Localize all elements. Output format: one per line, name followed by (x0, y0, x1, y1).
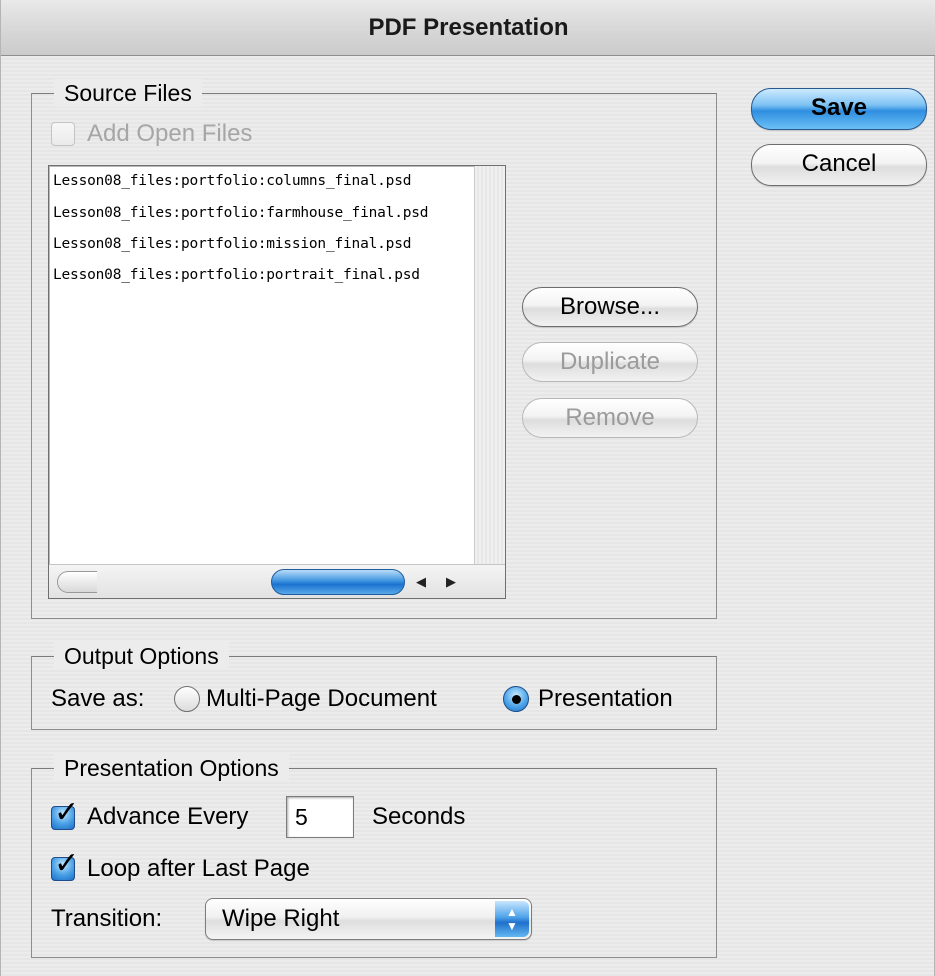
save-as-label: Save as: (51, 685, 145, 712)
browse-button[interactable]: Browse... (522, 287, 698, 327)
advance-every-label: Advance Every (87, 803, 249, 830)
source-files-label: Source Files (54, 79, 202, 107)
up-down-arrows-icon: ▲ ▼ (495, 901, 529, 937)
checkmark-icon: ✓ (54, 847, 80, 880)
advance-every-checkbox[interactable]: ✓ (51, 798, 79, 830)
save-button[interactable]: Save (751, 88, 927, 130)
pdf-presentation-dialog: PDF Presentation Source Files Add Open F… (0, 0, 935, 976)
advance-seconds-field[interactable]: 5 (286, 796, 354, 838)
source-files-list[interactable]: Lesson08_files:portfolio:columns_final.p… (48, 165, 506, 599)
transition-popup[interactable]: Wipe Right ▲ ▼ (205, 898, 532, 940)
title-bar: PDF Presentation (1, 0, 935, 56)
presentation-radio[interactable] (503, 686, 529, 712)
list-item[interactable]: Lesson08_files:portfolio:farmhouse_final… (53, 203, 429, 223)
multi-page-document-label: Multi-Page Document (206, 685, 437, 712)
transition-value: Wipe Right (222, 905, 340, 932)
loop-after-last-page-label: Loop after Last Page (87, 855, 310, 882)
loop-after-last-page-checkbox[interactable]: ✓ (51, 849, 79, 881)
presentation-label: Presentation (538, 685, 673, 712)
vertical-scrollbar[interactable] (474, 166, 505, 564)
seconds-label: Seconds (372, 803, 466, 830)
remove-button[interactable]: Remove (522, 398, 698, 438)
multi-page-document-radio[interactable] (174, 686, 200, 712)
checkmark-icon: ✓ (54, 796, 80, 829)
add-open-files-label: Add Open Files (87, 120, 253, 147)
radio-selected-dot (512, 695, 521, 704)
add-open-files-checkbox[interactable] (51, 122, 75, 146)
horizontal-scroll-thumb[interactable] (271, 569, 405, 595)
horizontal-scrollbar[interactable]: ◀ ▶ (49, 564, 505, 598)
list-item[interactable]: Lesson08_files:portfolio:columns_final.p… (53, 171, 411, 191)
list-item[interactable]: Lesson08_files:portfolio:mission_final.p… (53, 234, 411, 254)
list-item[interactable]: Lesson08_files:portfolio:portrait_final.… (53, 265, 420, 285)
output-options-label: Output Options (54, 642, 229, 670)
scroll-track-cap (57, 571, 97, 593)
scroll-right-arrow-icon[interactable]: ▶ (441, 572, 461, 592)
cancel-button[interactable]: Cancel (751, 144, 927, 186)
duplicate-button[interactable]: Duplicate (522, 342, 698, 382)
scroll-left-arrow-icon[interactable]: ◀ (411, 572, 431, 592)
presentation-options-label: Presentation Options (54, 754, 289, 782)
window-title: PDF Presentation (368, 13, 569, 41)
transition-label: Transition: (51, 905, 163, 932)
